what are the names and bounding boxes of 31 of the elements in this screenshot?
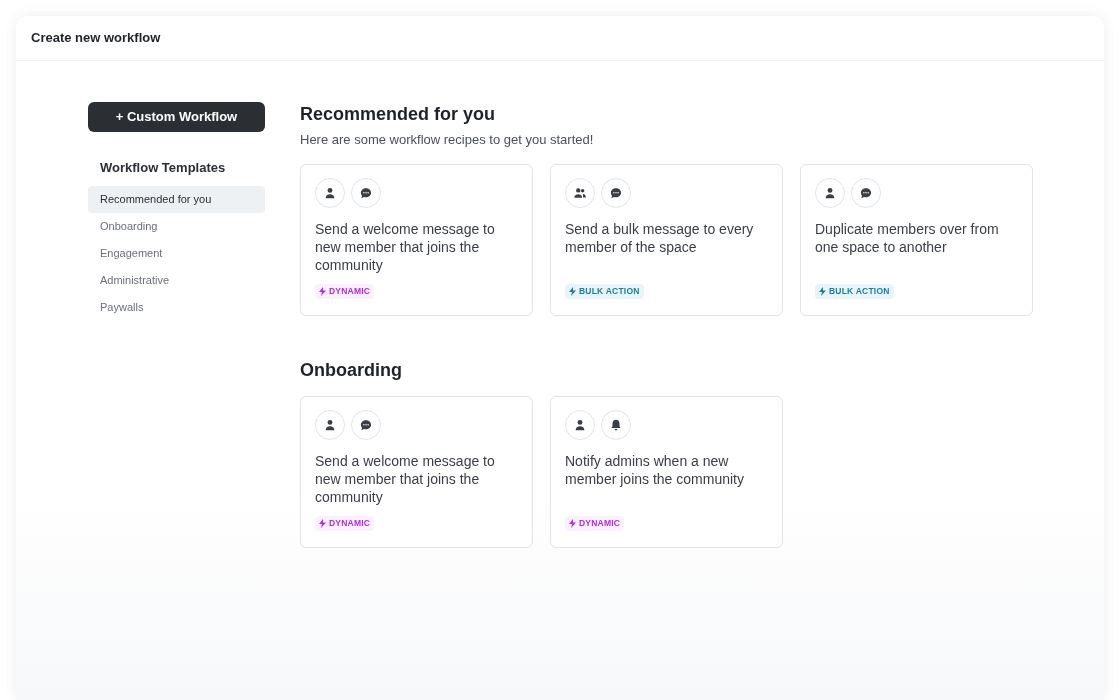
- lightning-icon: [319, 518, 326, 528]
- tag-label: BULK ACTION: [829, 284, 890, 298]
- tag-label: DYNAMIC: [579, 516, 621, 530]
- sidebar-item[interactable]: Onboarding: [88, 212, 265, 240]
- sidebar-heading: Workflow Templates: [99, 159, 227, 177]
- card-title: Duplicate members over from one space to another: [815, 219, 1000, 257]
- section-heading: Onboarding: [300, 358, 403, 382]
- card-title: Notify admins when a new member joins the community: [565, 451, 745, 489]
- sidebar-item[interactable]: Recommended for you: [88, 185, 265, 213]
- lightning-icon: [819, 286, 826, 296]
- custom-workflow-button[interactable]: + Custom Workflow: [88, 102, 265, 132]
- section-heading: Recommended for you: [300, 103, 497, 126]
- card-title: Send a welcome message to new member that joins the community: [315, 451, 496, 506]
- tag-label: BULK ACTION: [579, 284, 640, 298]
- sidebar-item[interactable]: Engagement: [88, 239, 265, 267]
- lightning-icon: [319, 286, 326, 296]
- sidebar-item[interactable]: Administrative: [88, 266, 265, 294]
- tag-label: DYNAMIC: [329, 516, 371, 530]
- lightning-icon: [569, 286, 576, 296]
- workflow-card[interactable]: Notify admins when a new member joins the community DYNAMIC: [550, 395, 783, 548]
- sidebar-item[interactable]: Paywalls: [88, 293, 265, 321]
- section-subtitle: Here are some workflow recipes to get you started!: [300, 131, 595, 149]
- tag-label: DYNAMIC: [329, 284, 371, 298]
- lightning-icon: [569, 518, 576, 528]
- window-title: Create new workflow: [31, 29, 161, 48]
- card-title: Send a bulk message to every member of the space: [565, 219, 755, 257]
- card-title: Send a welcome message to new member that joins the community: [315, 219, 496, 274]
- workflow-card[interactable]: Send a welcome message to new member that joins the community DYNAMIC: [300, 395, 533, 548]
- workflow-card[interactable]: Send a bulk message to every member of the space BULK ACTION: [550, 163, 783, 316]
- workflow-card[interactable]: Send a welcome message to new member that joins the community DYNAMIC: [300, 163, 533, 316]
- workflow-card[interactable]: Duplicate members over from one space to another BULK ACTION: [800, 163, 1033, 316]
